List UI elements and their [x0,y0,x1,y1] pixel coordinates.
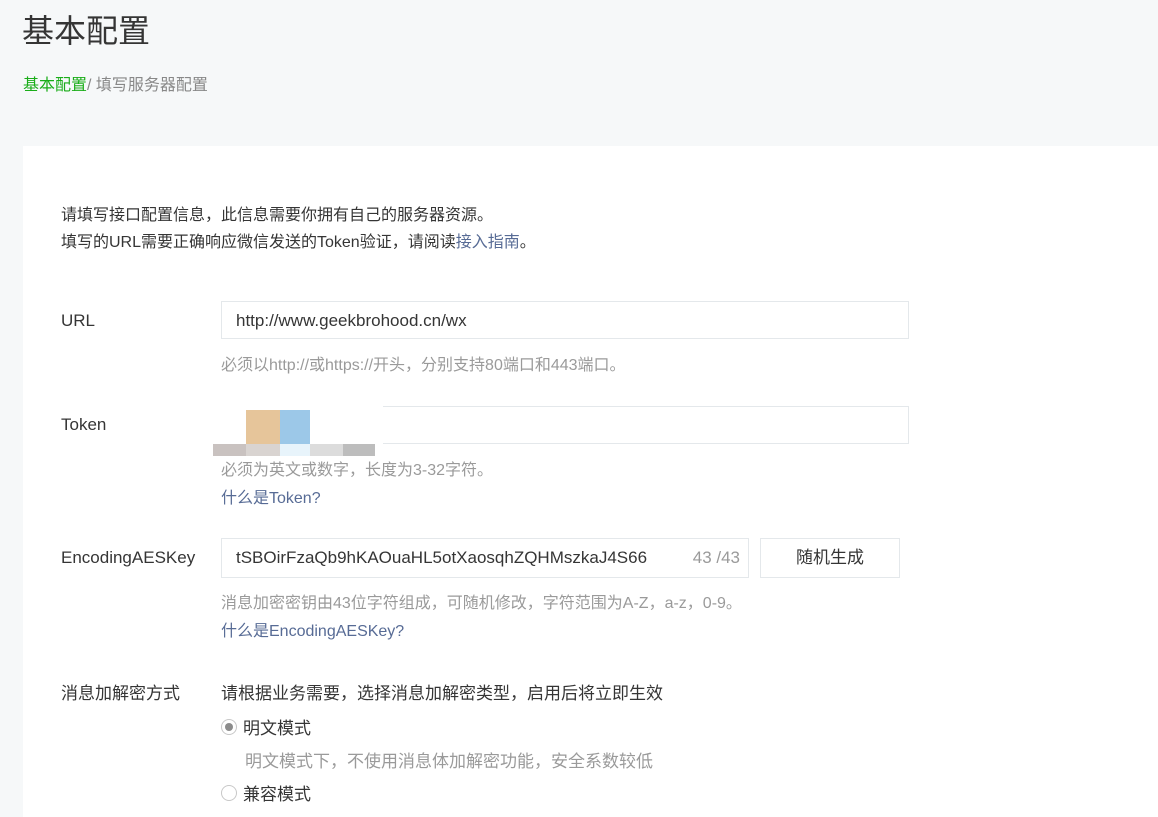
token-hint: 必须为英文或数字，长度为3-32字符。 [221,462,494,479]
radio-compatible-label: 兼容模式 [243,785,311,804]
encryption-mode-label: 消息加解密方式 [61,684,180,703]
radio-compatible-mode[interactable]: 兼容模式 [221,780,311,805]
intro-line-2-prefix: 填写的URL需要正确响应微信发送的Token验证，请阅读 [61,234,456,251]
url-input[interactable]: http://www.geekbrohood.cn/wx [221,301,909,339]
url-hint: 必须以http://或https://开头，分别支持80端口和443端口。 [221,357,626,374]
breadcrumb-current: 填写服务器配置 [95,77,208,94]
url-label: URL [61,311,96,330]
radio-plaintext-mode[interactable]: 明文模式 [221,714,311,739]
breadcrumb-separator: / [87,77,92,94]
random-generate-button[interactable]: 随机生成 [760,538,900,578]
intro-line-2: 填写的URL需要正确响应微信发送的Token验证，请阅读接入指南。 [61,229,536,256]
aes-key-input[interactable]: tSBOirFzaQb9hKAOuaHL5otXaosqhZQHMszkaJ4S… [221,538,749,578]
breadcrumb: 基本配置/ 填写服务器配置 [23,71,208,95]
what-is-token-link[interactable]: 什么是Token? [221,484,321,508]
access-guide-link[interactable]: 接入指南 [456,234,520,251]
radio-plaintext-indicator[interactable] [221,718,237,735]
encryption-prompt: 请根据业务需要，选择消息加解密类型，启用后将立即生效 [221,684,663,703]
config-card: 请填写接口配置信息，此信息需要你拥有自己的服务器资源。 填写的URL需要正确响应… [23,146,1158,817]
aes-key-hint: 消息加密密钥由43位字符组成，可随机修改，字符范围为A-Z，a-z，0-9。 [221,595,742,612]
token-label: Token [61,415,107,434]
intro-text: 请填写接口配置信息，此信息需要你拥有自己的服务器资源。 填写的URL需要正确响应… [61,202,536,256]
aes-key-value: tSBOirFzaQb9hKAOuaHL5otXaosqhZQHMszkaJ4S… [236,548,648,567]
aes-key-label: EncodingAESKey [61,548,196,567]
aes-key-char-counter: 43 /43 [688,539,740,577]
plaintext-mode-description: 明文模式下，不使用消息体加解密功能，安全系数较低 [245,752,653,771]
page-title: 基本配置 [22,13,151,49]
radio-compatible-indicator[interactable] [221,784,237,801]
breadcrumb-link-basic-config[interactable]: 基本配置 [23,77,87,94]
radio-plaintext-label: 明文模式 [243,719,311,738]
intro-line-1: 请填写接口配置信息，此信息需要你拥有自己的服务器资源。 [61,207,494,224]
what-is-aes-key-link[interactable]: 什么是EncodingAESKey? [221,617,404,641]
intro-line-2-suffix: 。 [519,234,536,251]
